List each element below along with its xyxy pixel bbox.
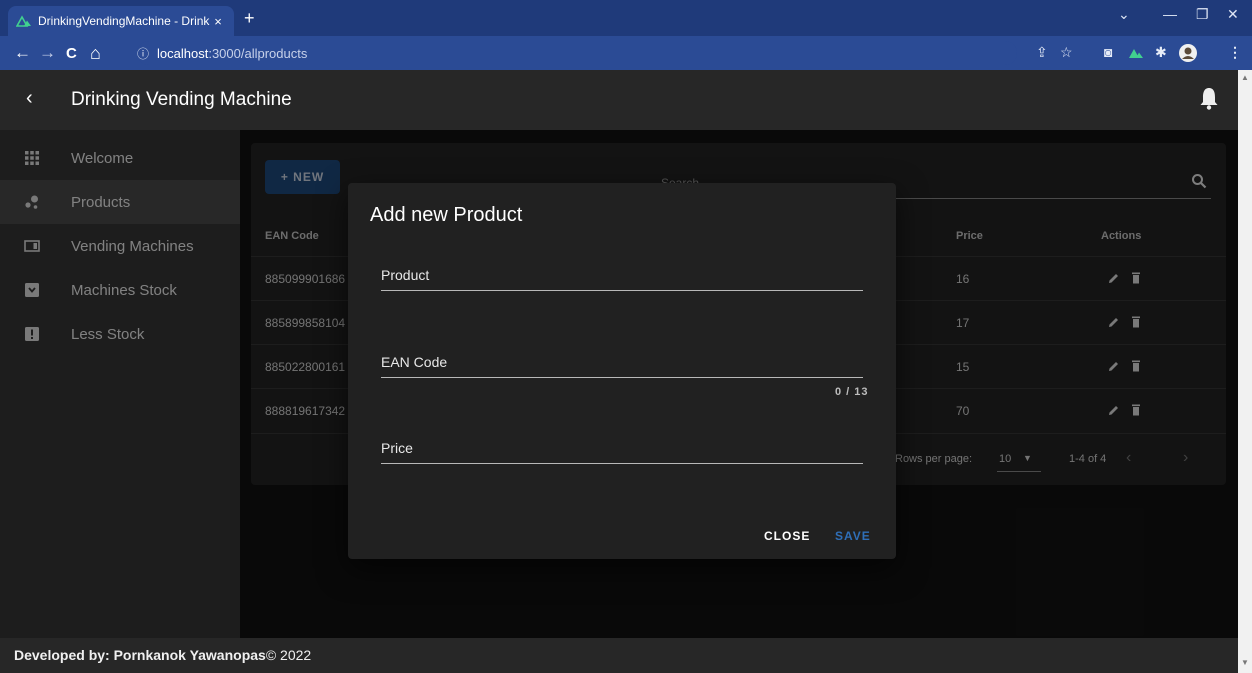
- site-info-icon[interactable]: ⓘ: [137, 45, 149, 62]
- url-path: :3000/allproducts: [208, 45, 308, 61]
- scroll-down-icon[interactable]: ▼: [1241, 658, 1249, 667]
- address-bar[interactable]: ⓘ localhost:3000/allproducts: [137, 41, 1017, 65]
- price-field-underline: [381, 463, 863, 464]
- new-tab-button[interactable]: +: [244, 8, 255, 29]
- browser-tab[interactable]: DrinkingVendingMachine - Drink ×: [8, 6, 234, 36]
- browser-toolbar: ← → C ⌂ ⓘ localhost:3000/allproducts ⇪ ☆…: [0, 36, 1252, 70]
- home-icon[interactable]: ⌂: [90, 36, 101, 70]
- product-field-underline: [381, 290, 863, 291]
- app-title: Drinking Vending Machine: [71, 89, 292, 110]
- ean-code-field-underline: [381, 377, 863, 378]
- reload-icon[interactable]: C: [66, 36, 77, 70]
- footer-author: Developed by: Pornkanok Yawanopas: [14, 647, 266, 663]
- extensions-puzzle-icon[interactable]: ✱: [1155, 44, 1167, 61]
- dialog-title: Add new Product: [370, 204, 523, 226]
- nuxt-logo-icon: [16, 15, 31, 27]
- minimize-icon[interactable]: —: [1163, 6, 1177, 22]
- nav-collapse-icon[interactable]: ‹: [26, 87, 33, 110]
- tab-close-icon[interactable]: ×: [210, 14, 226, 29]
- app-footer: Developed by: Pornkanok Yawanopas© 2022: [0, 638, 1238, 673]
- vertical-scrollbar[interactable]: ▲ ▼: [1238, 70, 1252, 673]
- ean-char-counter: 0 / 13: [835, 386, 869, 398]
- save-button[interactable]: SAVE: [835, 529, 871, 543]
- url-host: localhost: [157, 45, 209, 61]
- app-bar: ‹ Drinking Vending Machine: [0, 70, 1238, 130]
- footer-year: © 2022: [265, 647, 312, 663]
- share-icon[interactable]: ⇪: [1036, 44, 1048, 61]
- bell-icon[interactable]: [1198, 85, 1220, 111]
- add-product-dialog: Add new Product Product EAN Code 0 / 13 …: [348, 183, 896, 559]
- camera-extension-icon[interactable]: ◙: [1104, 44, 1112, 60]
- nuxt-extension-icon[interactable]: [1128, 47, 1144, 59]
- scroll-up-icon[interactable]: ▲: [1241, 73, 1249, 82]
- browser-menu-icon[interactable]: ⋮: [1228, 44, 1242, 61]
- browser-tabstrip: DrinkingVendingMachine - Drink × + ⌄ — ❐…: [0, 0, 1252, 36]
- price-field-label: Price: [381, 440, 413, 456]
- bookmark-star-icon[interactable]: ☆: [1060, 44, 1073, 61]
- product-field-label: Product: [381, 267, 430, 283]
- tab-search-icon[interactable]: ⌄: [1118, 6, 1130, 23]
- close-button[interactable]: CLOSE: [764, 529, 810, 543]
- footer-credit: Developed by: Pornkanok Yawanopas© 2022: [14, 647, 311, 663]
- profile-avatar-icon[interactable]: [1178, 43, 1198, 63]
- screen: DrinkingVendingMachine - Drink × + ⌄ — ❐…: [0, 0, 1252, 673]
- back-arrow-icon[interactable]: ←: [14, 36, 31, 70]
- restore-icon[interactable]: ❐: [1196, 6, 1209, 23]
- tab-title: DrinkingVendingMachine - Drink: [38, 14, 210, 28]
- forward-arrow-icon[interactable]: →: [39, 36, 56, 70]
- window-close-icon[interactable]: ✕: [1227, 6, 1239, 23]
- ean-code-field-label: EAN Code: [381, 354, 448, 370]
